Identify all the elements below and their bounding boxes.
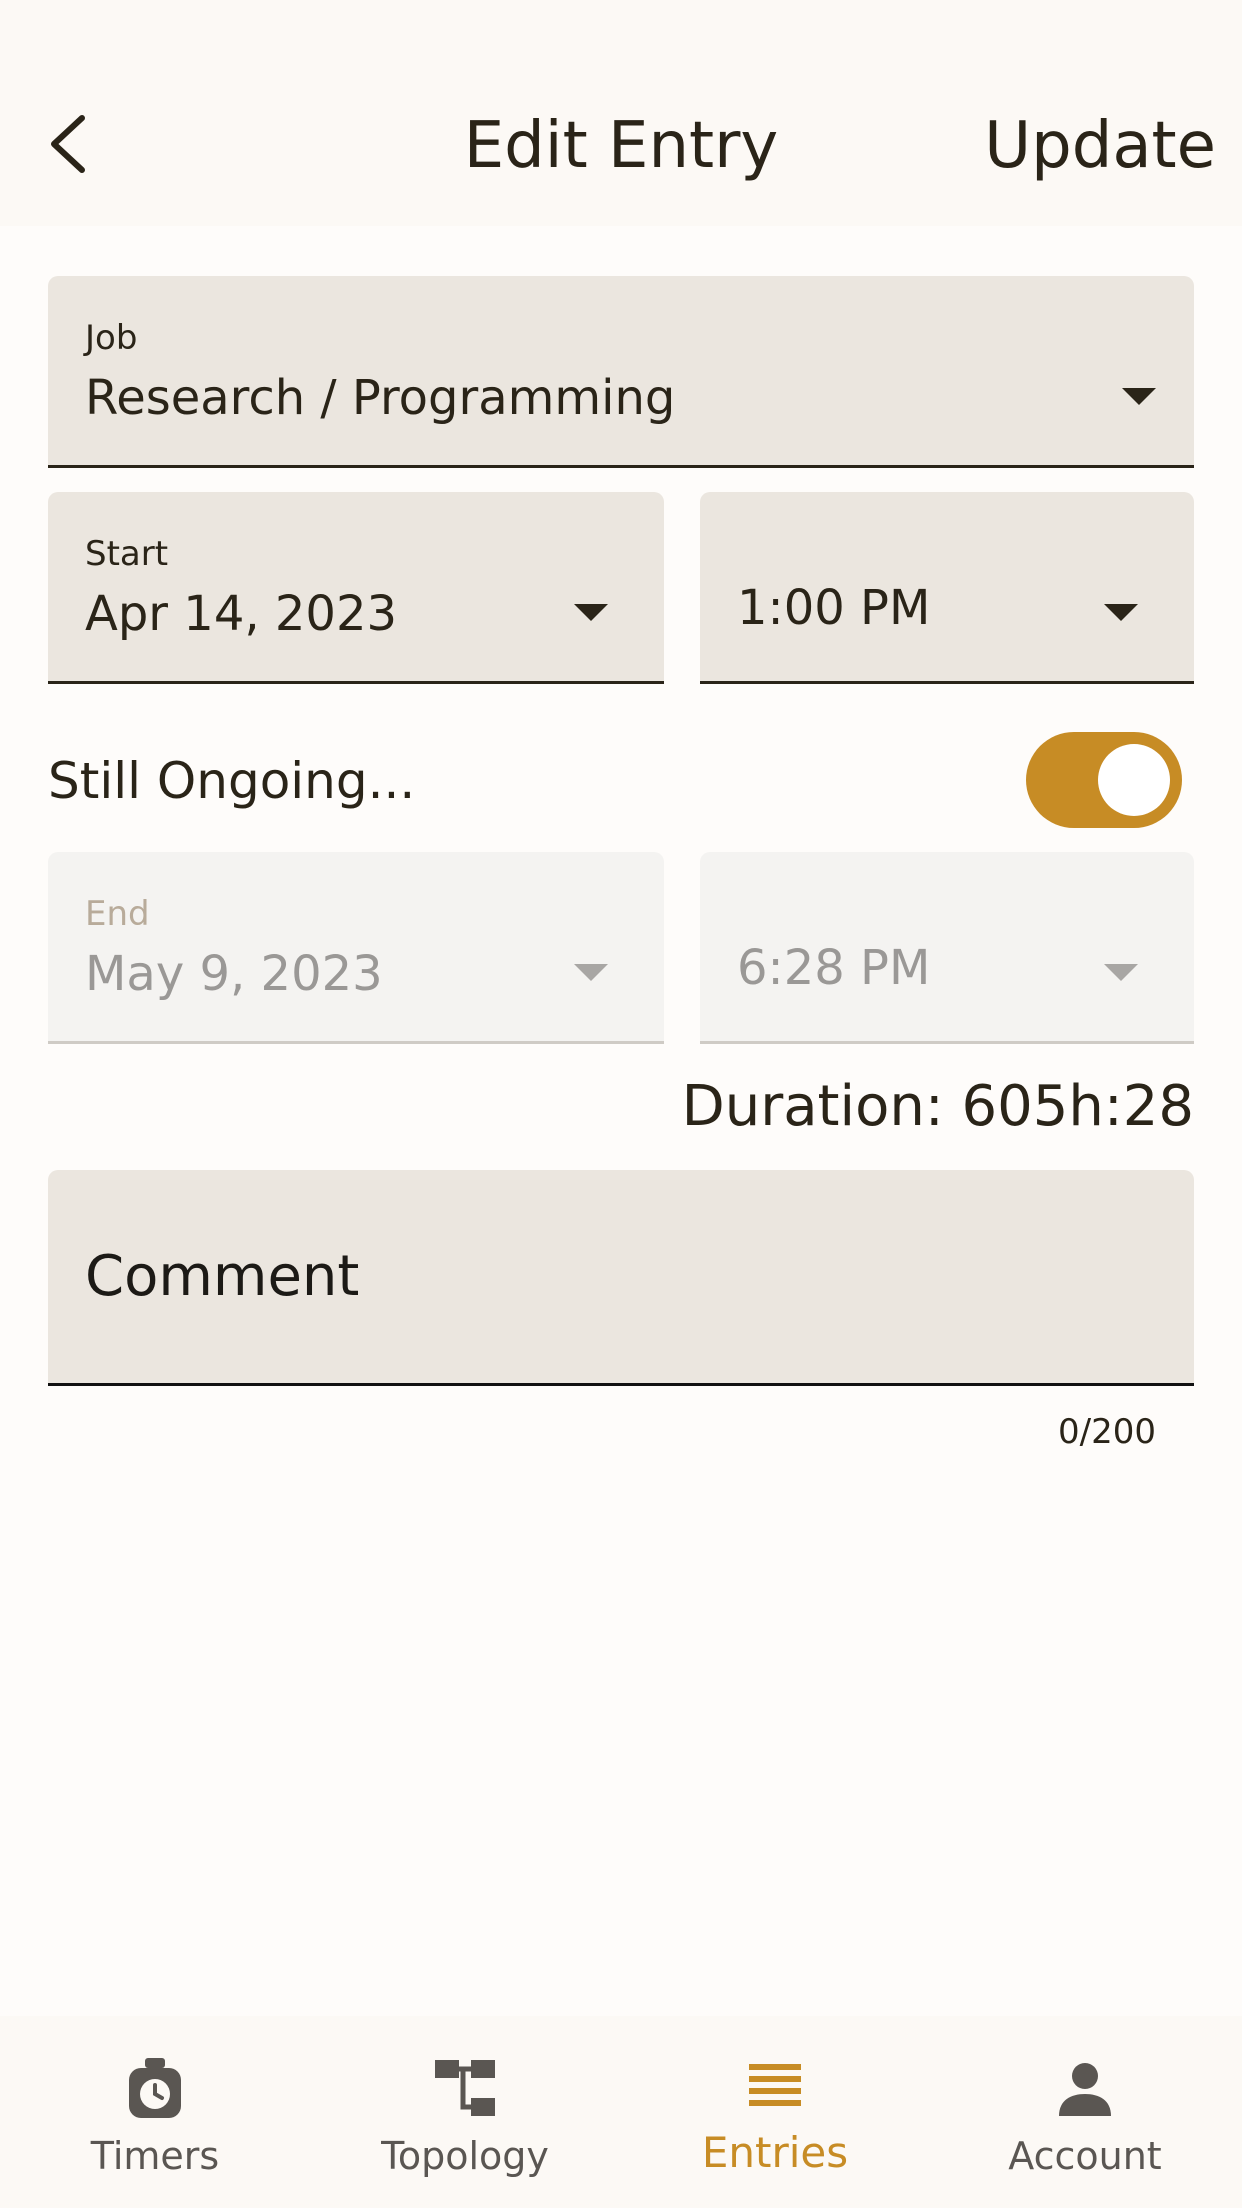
still-ongoing-label: Still Ongoing... bbox=[48, 752, 416, 810]
person-icon bbox=[1059, 2063, 1111, 2116]
job-value: Research / Programming bbox=[85, 370, 676, 426]
start-time-select[interactable]: 1:00 PM bbox=[700, 492, 1194, 684]
end-time-value: 6:28 PM bbox=[737, 940, 931, 996]
dropdown-arrow-icon bbox=[574, 964, 608, 981]
nav-label-entries: Entries bbox=[701, 2128, 849, 2177]
nav-label-account: Account bbox=[1008, 2134, 1162, 2178]
start-time-value: 1:00 PM bbox=[737, 580, 931, 636]
dropdown-arrow-icon bbox=[1104, 604, 1138, 621]
job-label: Job bbox=[85, 318, 138, 358]
start-date-value: Apr 14, 2023 bbox=[85, 586, 398, 642]
start-label: Start bbox=[85, 534, 169, 574]
end-date-select: End May 9, 2023 bbox=[48, 852, 664, 1044]
end-date-value: May 9, 2023 bbox=[85, 946, 383, 1002]
dropdown-arrow-icon bbox=[574, 604, 608, 621]
nav-label-topology: Topology bbox=[381, 2134, 549, 2178]
dropdown-arrow-icon bbox=[1104, 964, 1138, 981]
hierarchy-icon bbox=[435, 2060, 495, 2116]
end-time-select: 6:28 PM bbox=[700, 852, 1194, 1044]
job-select[interactable]: Job Research / Programming bbox=[48, 276, 1194, 468]
comment-field[interactable]: Comment bbox=[48, 1170, 1194, 1386]
nav-item-timers[interactable]: Timers bbox=[0, 2016, 310, 2208]
duration-text: Duration: 605h:28 bbox=[681, 1074, 1194, 1139]
toggle-knob bbox=[1098, 744, 1170, 816]
dropdown-arrow-icon bbox=[1122, 388, 1156, 405]
start-date-select[interactable]: Start Apr 14, 2023 bbox=[48, 492, 664, 684]
nav-item-account[interactable]: Account bbox=[930, 2016, 1240, 2208]
comment-counter: 0/200 bbox=[1058, 1412, 1156, 1452]
update-button[interactable]: Update bbox=[984, 106, 1216, 186]
bottom-navigation: Timers Topology Entries Account bbox=[0, 2016, 1242, 2208]
stopwatch-icon bbox=[129, 2058, 181, 2118]
nav-item-topology[interactable]: Topology bbox=[310, 2016, 620, 2208]
still-ongoing-toggle[interactable] bbox=[1026, 732, 1182, 828]
list-icon bbox=[749, 2064, 801, 2106]
nav-item-entries[interactable]: Entries bbox=[620, 2016, 930, 2208]
nav-label-timers: Timers bbox=[90, 2134, 220, 2178]
app-bar: Edit Entry Update bbox=[0, 0, 1242, 226]
end-label: End bbox=[85, 894, 150, 934]
comment-placeholder: Comment bbox=[85, 1244, 360, 1309]
